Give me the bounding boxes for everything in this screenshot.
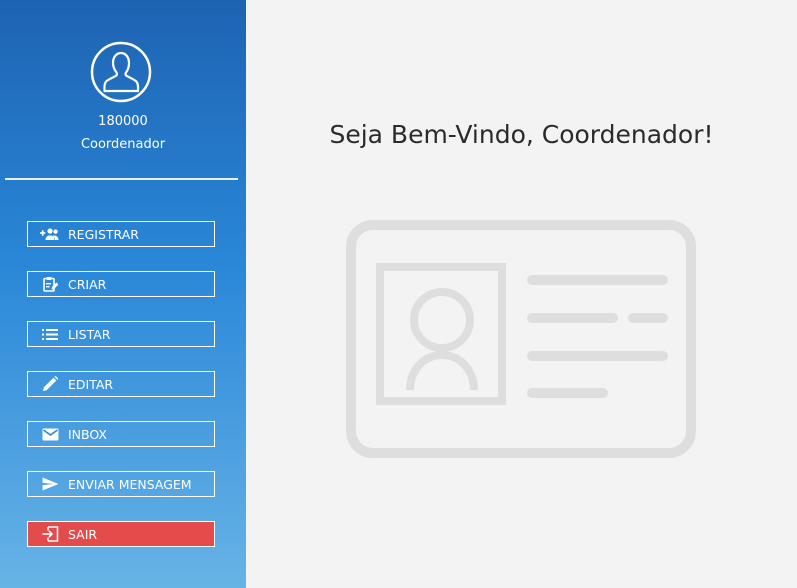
sidebar-divider (5, 178, 238, 180)
id-card-icon (346, 220, 696, 458)
sidebar: 180000 Coordenador REGISTRAR CRIAR LISTA… (0, 0, 246, 588)
clipboard-edit-icon (40, 276, 60, 292)
list-button[interactable]: LISTAR (27, 321, 215, 347)
pencil-icon (40, 376, 60, 392)
edit-button[interactable]: EDITAR (27, 371, 215, 397)
send-icon (40, 476, 60, 492)
logout-button-label: SAIR (68, 526, 98, 542)
send-message-button[interactable]: ENVIAR MENSAGEM (27, 471, 215, 497)
welcome-heading: Seja Bem-Vindo, Coordenador! (329, 120, 714, 149)
list-button-label: LISTAR (68, 326, 111, 342)
logout-button[interactable]: SAIR (27, 521, 215, 547)
user-avatar-icon (90, 41, 152, 103)
send-message-button-label: ENVIAR MENSAGEM (68, 476, 192, 492)
create-button[interactable]: CRIAR (27, 271, 215, 297)
edit-button-label: EDITAR (68, 376, 114, 392)
list-icon (40, 326, 60, 342)
add-group-icon (40, 226, 60, 242)
inbox-button[interactable]: INBOX (27, 421, 215, 447)
inbox-button-label: INBOX (68, 426, 107, 442)
mail-icon (40, 426, 60, 442)
logout-icon (40, 526, 60, 542)
user-role: Coordenador (80, 137, 166, 152)
register-button-label: REGISTRAR (68, 226, 139, 242)
create-button-label: CRIAR (68, 276, 107, 292)
register-button[interactable]: REGISTRAR (27, 221, 215, 247)
user-id: 180000 (98, 114, 148, 129)
